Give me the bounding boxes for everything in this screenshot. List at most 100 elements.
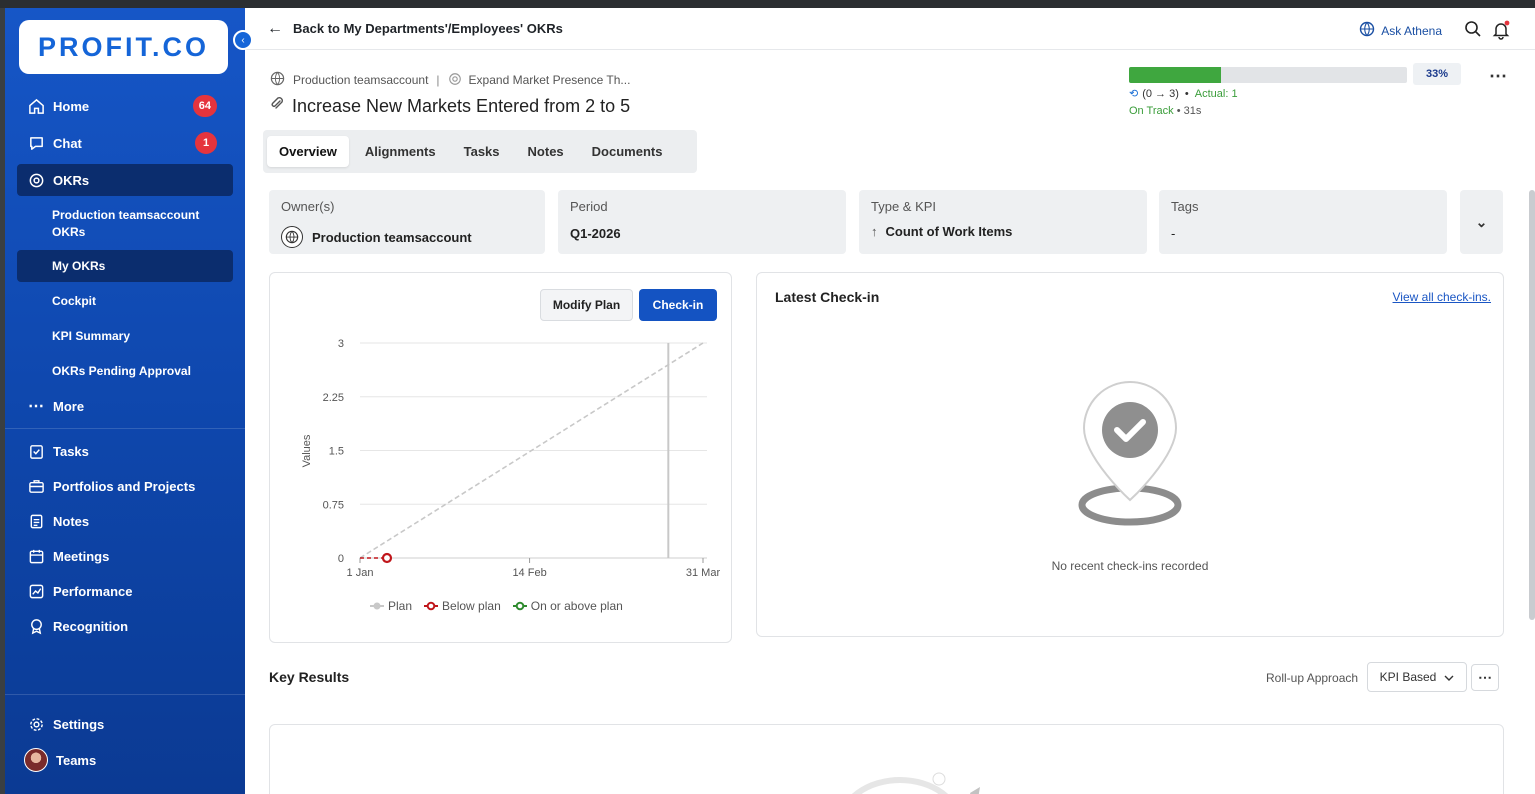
progress-range: (0 → 3)	[1142, 87, 1179, 100]
objective-target-icon	[448, 72, 462, 89]
period-card: Period Q1-2026	[558, 190, 846, 254]
home-icon	[27, 97, 45, 115]
sidebar-subitem-label: My OKRs	[52, 258, 106, 273]
owner-value: Production teamsaccount	[312, 229, 472, 245]
legend-label: On or above plan	[530, 599, 623, 613]
legend-item-on-or-above-plan[interactable]: On or above plan	[512, 599, 623, 613]
notes-icon	[27, 512, 45, 530]
legend-item-plan[interactable]: Plan	[370, 599, 412, 613]
checkin-chart-panel: Modify Plan Check-in 0 0.75 1.5 2.25 3 1 Jan 1…	[269, 272, 732, 643]
sidebar-divider	[5, 694, 245, 695]
tags-label: Tags	[1171, 199, 1199, 214]
profitco-logo[interactable]: PROFIT.CO	[19, 20, 228, 74]
sidebar-subitem-kpi-summary[interactable]: KPI Summary	[17, 325, 233, 347]
sidebar-subitem-my-okrs[interactable]: My OKRs	[17, 250, 233, 282]
sidebar-item-meetings[interactable]: Meetings	[17, 540, 233, 572]
vertical-scrollbar[interactable]	[1529, 190, 1535, 620]
sidebar-item-settings[interactable]: Settings	[17, 708, 233, 740]
chevron-double-down-icon: ⌄	[1475, 213, 1488, 230]
y-axis-label: Values	[301, 434, 313, 467]
sidebar-item-home[interactable]: Home 64	[17, 90, 233, 122]
expand-details-button[interactable]: ⌄	[1460, 190, 1503, 254]
ask-athena-label: Ask Athena	[1381, 23, 1442, 38]
sidebar-item-more[interactable]: ⋯ More	[17, 390, 233, 422]
avatar	[24, 748, 48, 772]
tab-tasks[interactable]: Tasks	[452, 136, 512, 167]
type-kpi-card: Type & KPI ↑ Count of Work Items	[859, 190, 1147, 254]
tab-alignments[interactable]: Alignments	[353, 136, 448, 167]
x-tick-label: 31 Mar	[686, 567, 721, 579]
sidebar-divider	[5, 428, 245, 429]
period-value: Q1-2026	[570, 226, 621, 241]
sidebar-item-chat[interactable]: Chat 1	[17, 127, 233, 159]
tags-value: -	[1171, 226, 1176, 241]
breadcrumb-owner[interactable]: Production teamsaccount	[293, 73, 428, 87]
rollup-approach-label: Roll-up Approach	[1266, 671, 1359, 685]
latest-checkin-panel: Latest Check-in View all check-ins. No r…	[756, 272, 1504, 637]
page-header: ← Back to My Departments'/Employees' OKR…	[245, 8, 1535, 50]
y-tick-label: 3	[338, 338, 344, 350]
objective-progress-bar	[1129, 67, 1407, 83]
breadcrumb-parent-objective[interactable]: Expand Market Presence Th...	[469, 73, 631, 87]
key-results-more-button[interactable]: ⋯	[1471, 664, 1499, 691]
key-results-panel	[269, 724, 1504, 794]
ask-athena-button[interactable]: Ask Athena	[1359, 21, 1442, 40]
rollup-approach-select[interactable]: KPI Based	[1367, 662, 1467, 692]
tab-overview[interactable]: Overview	[267, 136, 349, 167]
bullet-dot: •	[1176, 105, 1184, 117]
owner-value-row[interactable]: Production teamsaccount	[281, 226, 472, 248]
sidebar-item-label: Home	[53, 98, 90, 114]
sidebar-item-label: Teams	[56, 752, 97, 768]
key-results-title: Key Results	[269, 669, 350, 685]
back-link[interactable]: ← Back to My Departments'/Employees' OKR…	[267, 20, 563, 38]
objective-more-menu-button[interactable]: ⋯	[1489, 66, 1508, 87]
no-checkins-text: No recent check-ins recorded	[1051, 559, 1209, 573]
sidebar-subitem-label: OKRs Pending Approval	[52, 363, 191, 378]
bell-icon[interactable]	[1491, 20, 1511, 45]
tab-notes[interactable]: Notes	[516, 136, 576, 167]
progress-percent: 33%	[1413, 63, 1461, 85]
sidebar-item-tasks[interactable]: Tasks	[17, 435, 233, 467]
breadcrumb-separator: |	[436, 73, 440, 87]
y-tick-label: 1.5	[329, 446, 344, 458]
sidebar-item-label: Portfolios and Projects	[53, 478, 196, 494]
sidebar-item-label: OKRs	[53, 172, 90, 188]
status-label: On Track	[1129, 105, 1174, 117]
sidebar-item-notes[interactable]: Notes	[17, 505, 233, 537]
globe-avatar-icon	[281, 226, 303, 248]
legend-label: Below plan	[442, 599, 501, 613]
sidebar-item-label: Tasks	[53, 443, 89, 459]
owner-label: Owner(s)	[281, 199, 335, 214]
sidebar-item-label: Performance	[53, 583, 133, 599]
award-icon	[27, 617, 45, 635]
gear-icon	[27, 715, 45, 733]
sidebar-item-teams[interactable]: Teams	[17, 744, 233, 776]
sidebar-item-label: Meetings	[53, 548, 110, 564]
sidebar-item-label: Recognition	[53, 618, 129, 634]
x-tick-label: 14 Feb	[512, 567, 546, 579]
status-age: 31s	[1183, 105, 1202, 117]
progress-fill	[1129, 67, 1221, 83]
y-tick-label: 0.75	[323, 499, 344, 511]
x-tick-label: 1 Jan	[347, 567, 374, 579]
collapse-sidebar-button[interactable]: ‹	[233, 30, 253, 50]
arrow-up-icon: ↑	[871, 224, 878, 239]
logo-text: PROFIT.CO	[37, 31, 209, 62]
sidebar-subitem-cockpit[interactable]: Cockpit	[17, 290, 233, 312]
sidebar-item-performance[interactable]: Performance	[17, 575, 233, 607]
sidebar-subitem-production-okrs[interactable]: Production teamsaccount OKRs	[17, 204, 233, 244]
chat-count-badge: 1	[195, 132, 217, 154]
chat-icon	[27, 134, 45, 152]
progress-meta: ⟲ (0 → 3) • Actual: 1	[1129, 87, 1238, 101]
search-icon[interactable]	[1464, 20, 1482, 43]
objective-status: On Track • 31s	[1129, 105, 1201, 117]
sidebar-item-recognition[interactable]: Recognition	[17, 610, 233, 642]
bullet-dot: •	[1184, 87, 1189, 100]
sidebar-item-okrs[interactable]: OKRs	[17, 164, 233, 196]
sidebar-item-portfolios[interactable]: Portfolios and Projects	[17, 470, 233, 502]
tab-documents[interactable]: Documents	[580, 136, 675, 167]
sidebar-subitem-okrs-pending[interactable]: OKRs Pending Approval	[17, 360, 233, 382]
legend-item-below-plan[interactable]: Below plan	[424, 599, 501, 613]
owner-card: Owner(s) Production teamsaccount	[269, 190, 545, 254]
view-all-checkins-link[interactable]: View all check-ins.	[1393, 290, 1491, 304]
